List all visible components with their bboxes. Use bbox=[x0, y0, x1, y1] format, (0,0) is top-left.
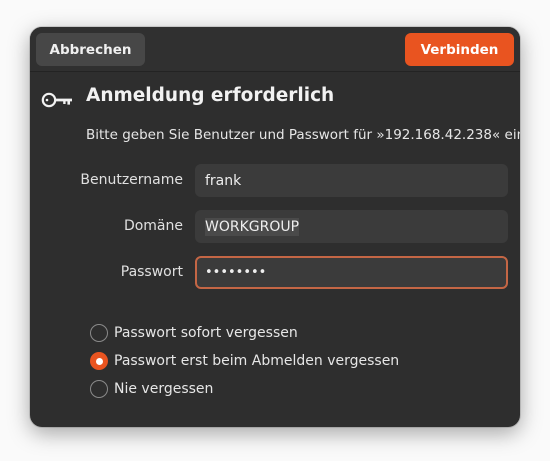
radio-forget-immediately[interactable]: Passwort sofort vergessen bbox=[90, 323, 298, 343]
radio-button[interactable] bbox=[90, 324, 108, 342]
dialog-title: Anmeldung erforderlich bbox=[86, 85, 335, 106]
radio-button-checked[interactable] bbox=[90, 352, 108, 370]
radio-label: Nie vergessen bbox=[114, 381, 214, 397]
radio-button[interactable] bbox=[90, 380, 108, 398]
username-value: frank bbox=[205, 172, 242, 189]
password-field[interactable]: •••••••• bbox=[195, 256, 508, 289]
password-value: •••••••• bbox=[205, 265, 267, 280]
key-icon bbox=[41, 92, 72, 108]
domain-field[interactable]: WORKGROUP bbox=[195, 210, 508, 243]
login-dialog: Abbrechen Verbinden Anmeldung erforderli… bbox=[30, 27, 520, 427]
connect-button[interactable]: Verbinden bbox=[405, 33, 514, 66]
domain-label: Domäne bbox=[123, 218, 183, 234]
username-label: Benutzername bbox=[80, 172, 183, 188]
domain-value: WORKGROUP bbox=[205, 217, 300, 236]
dialog-subtitle: Bitte geben Sie Benutzer und Passwort fü… bbox=[86, 127, 520, 143]
radio-forget-on-logout[interactable]: Passwort erst beim Abmelden vergessen bbox=[90, 351, 399, 371]
cancel-button[interactable]: Abbrechen bbox=[36, 33, 145, 66]
header-bar: Abbrechen Verbinden bbox=[30, 27, 520, 72]
radio-never-forget[interactable]: Nie vergessen bbox=[90, 379, 213, 399]
radio-label: Passwort sofort vergessen bbox=[114, 325, 298, 341]
radio-label: Passwort erst beim Abmelden vergessen bbox=[114, 353, 400, 369]
password-label: Passwort bbox=[120, 264, 183, 280]
username-field[interactable]: frank bbox=[195, 164, 508, 197]
